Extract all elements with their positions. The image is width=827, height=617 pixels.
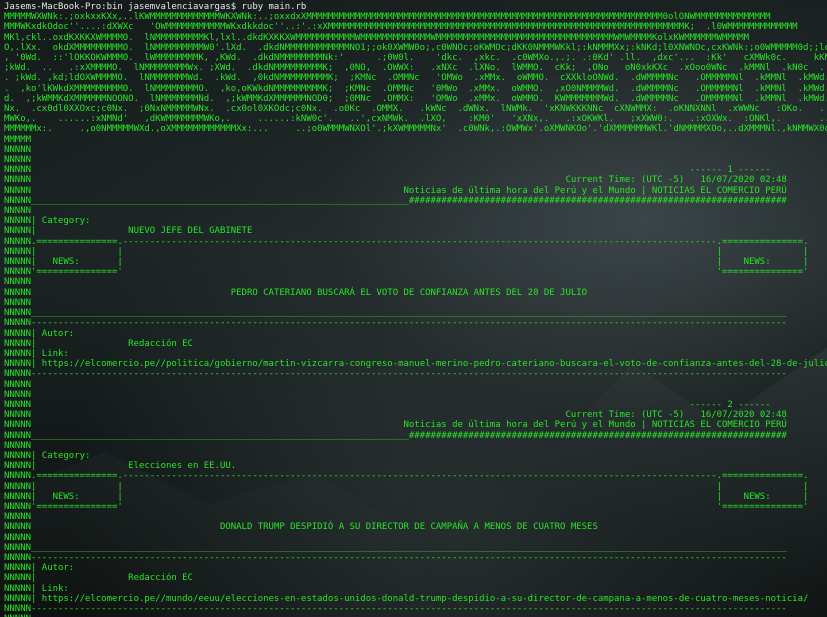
site-title: Noticias de última hora del Perú y el Mu… [403, 185, 787, 196]
terminal-output: Jasems-MacBook-Pro:bin jasemvalenciavarg… [4, 2, 827, 617]
ascii-banner-line: . ,ko'lKWkdXMMMMMMMMMO. lNMMMMMMMMO. ,ko… [4, 83, 827, 94]
ascii-banner-line: Nx. .cx0dl0XXOxc;c0Nx. ;0NxNMMMMMWNx. .c… [4, 104, 825, 115]
author-value: Redacción EC [128, 338, 193, 349]
author-label: Autor: [41, 328, 75, 339]
article-number: 1 [727, 165, 733, 176]
shell-prompt: Jasems-MacBook-Pro:bin jasemvalenciavarg… [4, 2, 307, 12]
headline: DONALD TRUMP DESPIDIÓ A SU DIRECTOR DE C… [219, 522, 598, 533]
headline: PEDRO CATERIANO BUSCARÁ EL VOTO DE CONFI… [230, 287, 588, 298]
current-time-label: Current Time: (UTC -5) [565, 175, 685, 186]
current-time-label: Current Time: (UTC -5) [565, 410, 685, 421]
link-label: Link: [41, 583, 69, 594]
category-label: Category: [41, 450, 91, 461]
current-time-value: 16/07/2020 02:48 [700, 175, 787, 186]
article-number: 2 [727, 399, 733, 410]
site-title: Noticias de última hora del Perú y el Mu… [403, 420, 787, 431]
ascii-banner-line: MWKo,. ......:xNMNd' ,dKWMMMMMMMWKo,. ..… [4, 114, 827, 125]
news-label-left: NEWS: [52, 257, 80, 268]
ascii-banner-line: , '0Wd. ::'lOKKOKWMMMO. lWMMMMMMMMK, ,KW… [4, 53, 827, 64]
ascii-banner-line: d. ,;kWMMKdXMMMMMMNOONO. lNMMMMMMMNd. ,;… [4, 93, 827, 104]
ascii-banner-line: O,.lXx. okdXMMMMMMMMMO. lNMMMMMMMMMW0'.l… [4, 42, 827, 53]
author-value: Redacción EC [128, 573, 193, 584]
ascii-banner-line: ;kWd. .. .:xXMMMMO. lNMMMMMMMMWx. ;XWd. … [4, 63, 825, 74]
news-label-right: NEWS: [743, 257, 771, 268]
ascii-banner-line: MMMWKxdkOdoc''....:dXWXc 'OWMMMMMMMMMMMW… [4, 22, 798, 33]
category-value: Elecciones en EE.UU. [128, 461, 237, 472]
ascii-banner-line: . ;kWd. ,kd;ldOXWMMMMO. lNMMMMMMMWd. .kW… [4, 73, 827, 84]
terminal-window[interactable]: Jasems-MacBook-Pro:bin jasemvalenciavarg… [0, 0, 827, 617]
news-label-left: NEWS: [52, 491, 80, 502]
category-label: Category: [41, 216, 91, 227]
ascii-banner-line: MKl,ckl..oxdKXKKXWMMMMO. lNMMMMMMMMMKl,l… [4, 32, 749, 43]
article-link[interactable]: https://elcomercio.pe//politica/gobierno… [42, 359, 827, 369]
category-value: NUEVO JEFE DEL GABINETE [128, 226, 253, 237]
ascii-banner-line: MMMMMWXWNk:.;oxkxxKXx,..lKWMMMMMMMMMMMMM… [4, 12, 771, 23]
news-label-right: NEWS: [743, 491, 771, 502]
article-link[interactable]: https://elcomercio.pe//mundo/eeuu/elecci… [42, 594, 809, 604]
ascii-banner-line: MMMMM [4, 134, 31, 145]
current-time-value: 16/07/2020 02:48 [700, 410, 787, 421]
ascii-banner-line: MMMMMMx:. .,o0NMMMMMWXd.,oXMMMMMMMMMMMMX… [4, 124, 827, 135]
author-label: Autor: [41, 563, 75, 574]
link-label: Link: [41, 348, 69, 359]
